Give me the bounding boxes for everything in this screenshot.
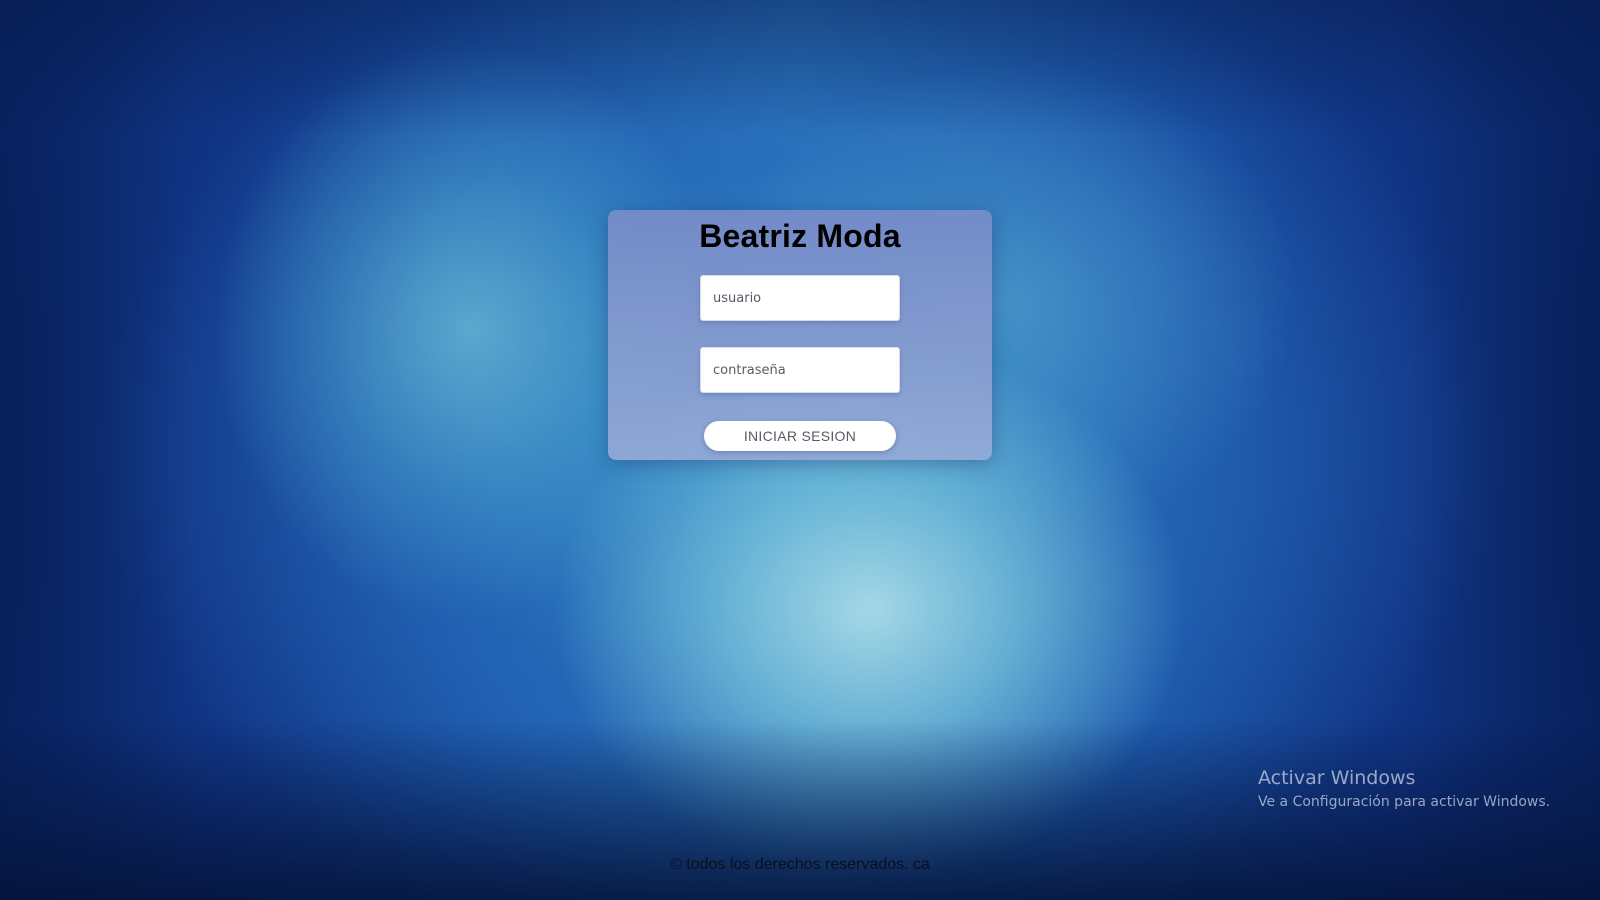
windows-activation-watermark: Activar Windows Ve a Configuración para … bbox=[1258, 766, 1550, 812]
username-input[interactable] bbox=[700, 275, 900, 321]
login-card: Beatriz Moda INICIAR SESION bbox=[608, 210, 992, 460]
activation-subtitle: Ve a Configuración para activar Windows. bbox=[1258, 794, 1551, 810]
password-input[interactable] bbox=[700, 347, 900, 393]
activation-title: Activar Windows bbox=[1258, 767, 1416, 789]
login-page: { "login": { "brand_title": "Beatriz Mod… bbox=[0, 0, 1600, 900]
copyright-footer: © todos los derechos reservados. ca bbox=[670, 856, 930, 873]
login-button[interactable]: INICIAR SESION bbox=[704, 421, 896, 451]
brand-title: Beatriz Moda bbox=[699, 218, 901, 254]
